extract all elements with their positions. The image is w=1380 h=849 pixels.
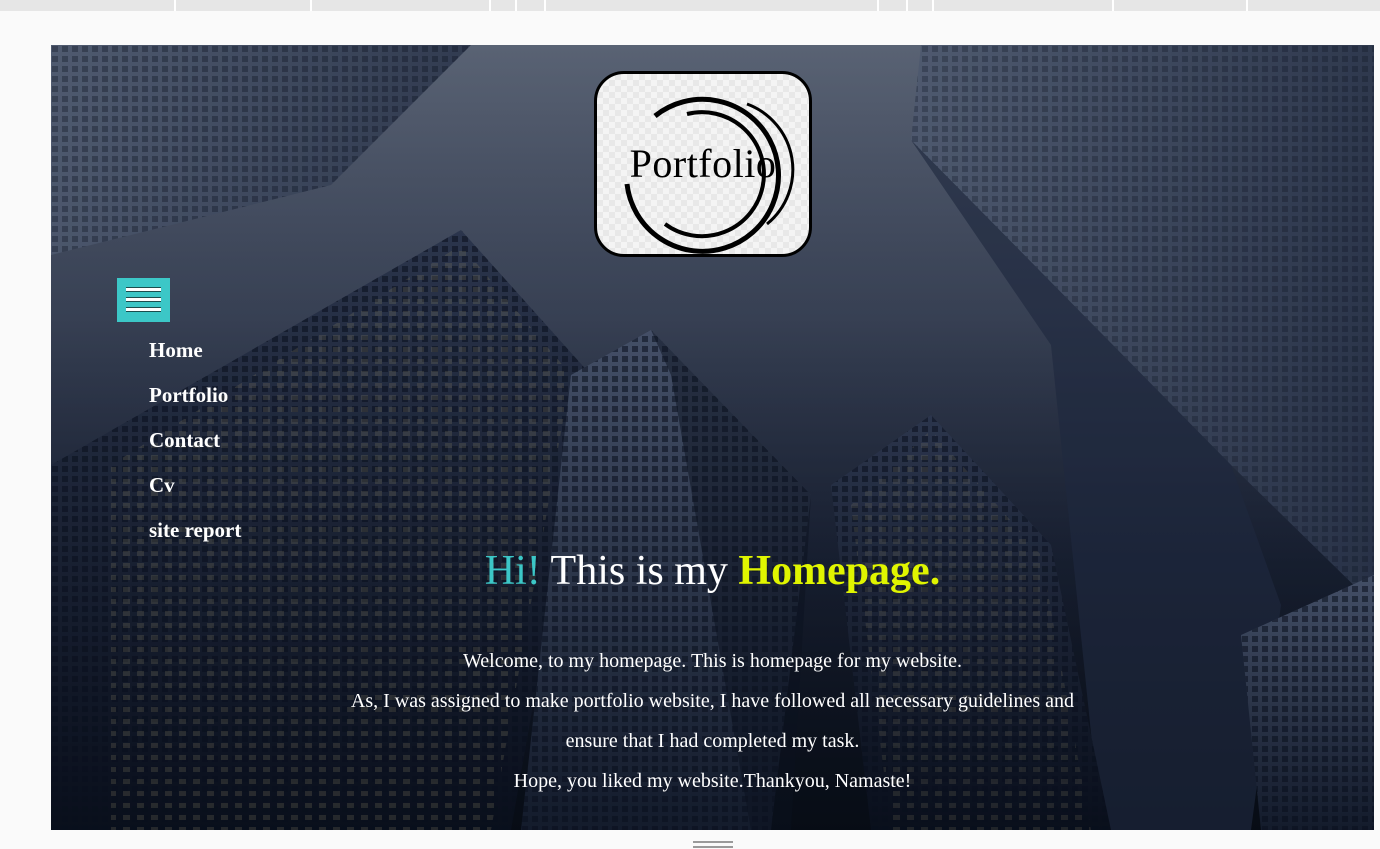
logo-text: Portfolio: [629, 141, 777, 186]
welcome-paragraph: As, I was assigned to make portfolio web…: [350, 690, 1075, 712]
strip-divider: [489, 0, 491, 11]
portfolio-logo: Portfolio: [594, 71, 812, 257]
nav-item-home[interactable]: Home: [149, 337, 241, 382]
resize-grip-icon[interactable]: [693, 841, 733, 849]
strip-divider: [174, 0, 176, 11]
welcome-paragraph: Welcome, to my homepage. This is homepag…: [462, 650, 962, 672]
nav-item-contact[interactable]: Contact: [149, 427, 241, 472]
welcome-paragraph: ensure that I had completed my task.: [565, 730, 860, 752]
strip-divider: [1246, 0, 1248, 11]
strip-divider: [310, 0, 312, 11]
strip-divider: [515, 0, 517, 11]
hero-section: Portfolio Home Portfolio Contact Cv site…: [51, 45, 1374, 830]
hero-title-middle: This is my: [550, 548, 728, 594]
hero-title: Hi! This is my Homepage.: [51, 545, 1374, 597]
top-toolbar-strip: [0, 0, 1380, 11]
nav-item-portfolio[interactable]: Portfolio: [149, 382, 241, 427]
strip-divider: [906, 0, 908, 11]
welcome-text: Welcome, to my homepage. This is homepag…: [51, 641, 1374, 801]
nav-item-cv[interactable]: Cv: [149, 472, 241, 517]
strip-divider: [877, 0, 879, 11]
hero-greeting: Hi!: [484, 548, 541, 594]
strip-divider: [932, 0, 934, 11]
strip-divider: [1112, 0, 1114, 11]
hero-title-highlight: Homepage.: [738, 548, 941, 594]
welcome-paragraph: Hope, you liked my website.Thankyou, Nam…: [513, 770, 912, 792]
menu-toggle-button[interactable]: [117, 278, 170, 322]
strip-divider: [544, 0, 546, 11]
main-nav: Home Portfolio Contact Cv site report: [149, 337, 241, 562]
